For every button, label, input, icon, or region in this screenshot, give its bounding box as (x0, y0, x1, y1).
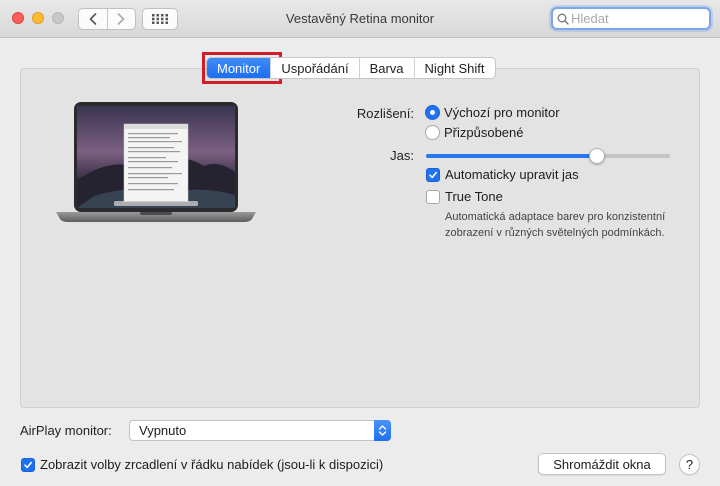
checkmark-icon (429, 171, 437, 178)
mirroring-checkbox[interactable]: Zobrazit volby zrcadlení v řádku nabídek… (21, 457, 383, 472)
laptop-illustration (56, 102, 256, 222)
tab-monitor[interactable]: Monitor (207, 58, 271, 78)
help-button[interactable]: ? (679, 454, 700, 475)
search-placeholder: Hledat (571, 11, 609, 26)
brightness-knob[interactable] (588, 148, 605, 164)
resolution-option-label: Přizpůsobené (444, 125, 524, 140)
true-tone-checkbox[interactable]: True Tone (426, 189, 503, 204)
search-input[interactable]: Hledat (551, 7, 711, 30)
gather-windows-button[interactable]: Shromáždit okna (538, 453, 666, 475)
show-all-button[interactable] (142, 8, 178, 30)
zoom-window-button[interactable] (52, 12, 64, 24)
brightness-label: Jas: (390, 148, 414, 163)
back-button[interactable] (79, 9, 107, 29)
resolution-label: Rozlišení: (356, 106, 414, 121)
tab-night-shift[interactable]: Night Shift (413, 58, 495, 78)
true-tone-description: Automatická adaptace barev pro konzisten… (445, 211, 666, 239)
tab-arrangement[interactable]: Uspořádání (270, 58, 358, 78)
grid-icon (152, 14, 168, 24)
close-window-button[interactable] (12, 12, 24, 24)
title-bar: Vestavěný Retina monitor Hledat (0, 0, 720, 38)
resolution-option-scaled[interactable]: Přizpůsobené (425, 125, 524, 140)
radio-unselected[interactable] (425, 125, 440, 140)
select-arrows-icon (374, 420, 391, 441)
checkbox-unchecked[interactable] (426, 189, 440, 204)
chevron-left-icon (89, 13, 97, 25)
minimize-window-button[interactable] (32, 12, 44, 24)
chevron-right-icon (118, 13, 125, 25)
airplay-select-value: Vypnuto (139, 423, 187, 438)
forward-button[interactable] (106, 9, 135, 29)
checkbox-checked[interactable] (21, 457, 35, 472)
brightness-slider[interactable] (426, 148, 670, 164)
search-icon (557, 13, 569, 25)
airplay-label: AirPlay monitor: (20, 423, 112, 438)
checkmark-icon (24, 461, 32, 468)
airplay-select[interactable]: Vypnuto (129, 420, 391, 441)
tab-color[interactable]: Barva (358, 58, 414, 78)
resolution-option-label: Výchozí pro monitor (444, 105, 560, 120)
navigation-buttons (78, 8, 136, 30)
checkbox-checked[interactable] (426, 167, 440, 182)
brightness-fill (426, 154, 597, 158)
window-title: Vestavěný Retina monitor (285, 11, 435, 26)
true-tone-label: True Tone (445, 189, 503, 204)
tab-bar: Monitor Uspořádání Barva Night Shift (206, 57, 496, 79)
auto-brightness-label: Automaticky upravit jas (445, 167, 579, 182)
resolution-option-default[interactable]: Výchozí pro monitor (425, 105, 560, 120)
mirroring-label: Zobrazit volby zrcadlení v řádku nabídek… (40, 457, 384, 472)
radio-selected[interactable] (425, 105, 440, 120)
auto-brightness-checkbox[interactable]: Automaticky upravit jas (426, 167, 579, 182)
